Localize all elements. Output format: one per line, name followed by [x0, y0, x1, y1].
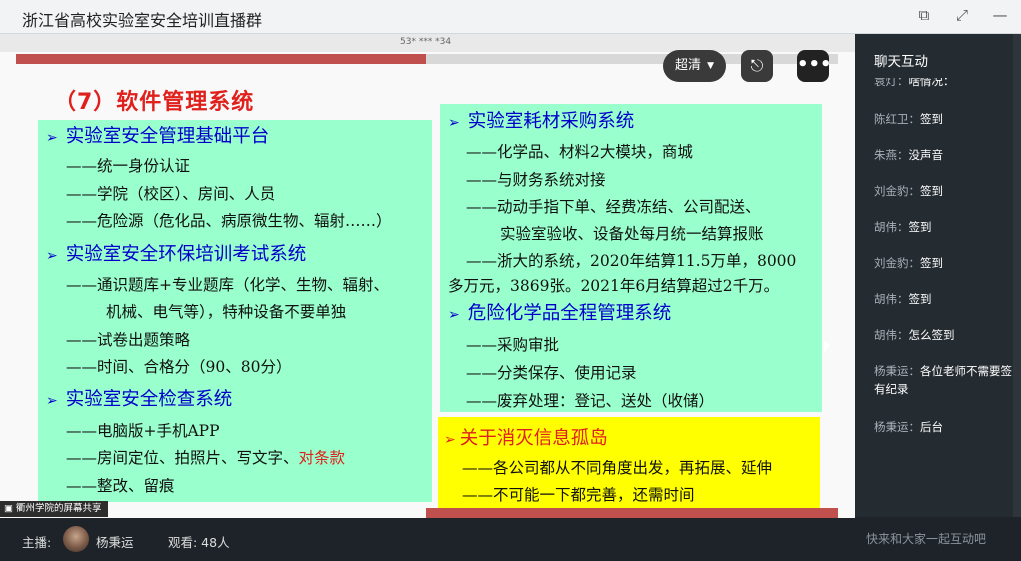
yellow-line: ——各公司都从不同角度出发，再拓展、延伸: [462, 459, 773, 477]
chat-message: 胡伟：签到: [874, 220, 932, 234]
slide-top-stripe: [16, 54, 426, 64]
dropdown-arrow-icon: ▼: [707, 61, 714, 71]
live-video[interactable]: 53* *** *34 （7）软件管理系统 ➢ 实验室安全管理基础平台 ——统一身…: [0, 34, 855, 518]
chat-input[interactable]: 快来和大家一起互动吧: [855, 517, 1021, 561]
chat-message: 杨秉运：各位老师不需要签有纪录: [874, 364, 1012, 396]
bullet-arrow-icon: ➢: [448, 307, 460, 323]
live-info-bar: 主播: 杨秉运 观看: 48人: [0, 518, 855, 561]
chat-message: 朱燕：没声音: [874, 148, 943, 162]
left-line: ——试卷出题策略: [66, 331, 191, 349]
left-section-heading: ➢ 实验室安全检查系统: [46, 389, 233, 410]
left-line: ——学院（校区）、房间、人员: [66, 185, 276, 203]
quality-selector[interactable]: 超清 ▼: [663, 50, 726, 82]
host-label: 主播:: [22, 535, 52, 550]
chat-panel: 聊天互动 袁灯：啥情况： 陈红卫：签到 朱燕：没声音 刘金豹：签到 胡伟：签到 …: [855, 34, 1021, 561]
chat-message-list[interactable]: 袁灯：啥情况： 陈红卫：签到 朱燕：没声音 刘金豹：签到 胡伟：签到 刘金豹：签…: [855, 78, 1021, 508]
window-title: 浙江省高校实验室安全培训直播群: [22, 11, 263, 30]
left-line: ——危险源（危化品、病原微生物、辐射……）: [66, 212, 392, 230]
chat-message: 陈红卫：签到: [874, 112, 943, 126]
left-line: ——房间定位、拍照片、写文字、对条款: [66, 449, 346, 467]
left-line: ——电脑版+手机APP: [66, 422, 220, 440]
shared-window-caption: 53* *** *34: [400, 37, 452, 47]
chat-input-placeholder: 快来和大家一起互动吧: [866, 532, 987, 546]
right-line: ——动动手指下单、经费冻结、公司配送、: [466, 198, 761, 216]
screen-share-badge: ▣ 衢州学院的屏幕共享: [0, 501, 108, 517]
right-line: ——化学品、材料2大模块，商城: [466, 143, 693, 161]
chat-title: 聊天互动: [874, 54, 928, 70]
chat-message: 刘金豹：签到: [874, 184, 943, 198]
right-line: ——与财务系统对接: [466, 171, 606, 189]
more-dots-icon: •••: [797, 54, 832, 75]
right-line: 多万元，3869张。2021年6月结算超过2千万。: [448, 277, 780, 295]
yellow-heading: ➢ 关于消灭信息孤岛: [444, 428, 608, 449]
right-line: 实验室验收、设备处每月统一结算报账: [500, 225, 764, 243]
left-section-heading: ➢ 实验室安全环保培训考试系统: [46, 244, 307, 265]
chat-scrollbar[interactable]: [1013, 34, 1021, 517]
right-line: ——采购审批: [466, 336, 560, 354]
left-line: ——统一身份认证: [66, 157, 191, 175]
shared-window-bar: 53* *** *34: [0, 34, 855, 52]
left-line: ——时间、合格分（90、80分）: [66, 358, 292, 376]
left-section-heading: ➢ 实验室安全管理基础平台: [46, 126, 270, 147]
bullet-arrow-icon: ➢: [444, 432, 456, 448]
minimize-icon[interactable]: —: [989, 6, 1011, 24]
left-red-text: 对条款: [298, 449, 346, 467]
chat-message: 胡伟：签到: [874, 292, 932, 306]
bullet-arrow-icon: ➢: [46, 248, 58, 264]
window-titlebar: 浙江省高校实验室安全培训直播群 ⧉ ⤢ —: [0, 0, 1021, 34]
bullet-arrow-icon: ➢: [448, 115, 460, 131]
yellow-line: ——不可能一下都完善，还需时间: [462, 486, 695, 504]
share-icon: ⎋: [750, 56, 764, 75]
right-line: ——浙大的系统，2020年结算11.5万单，8000: [466, 252, 797, 270]
right-section-heading: ➢ 危险化学品全程管理系统: [448, 303, 672, 324]
viewer-count: 观看: 48人: [168, 535, 230, 550]
chat-message: 杨秉运：后台: [874, 420, 943, 434]
slide-bottom-stripe: [426, 508, 838, 518]
left-line: 机械、电气等），特种设备不要单独: [106, 303, 347, 321]
presentation-slide: （7）软件管理系统 ➢ 实验室安全管理基础平台 ——统一身份认证 ——学院（校区）…: [0, 52, 855, 518]
chat-message: 袁灯：啥情况：: [874, 78, 955, 88]
right-line: ——废弃处理：登记、送处（收储）: [466, 392, 715, 410]
mouse-cursor-icon: [824, 341, 830, 353]
popout-icon[interactable]: ⧉: [913, 6, 935, 24]
more-options-button[interactable]: •••: [797, 50, 832, 82]
left-line: ——通识题库+专业题库（化学、生物、辐射、: [66, 276, 389, 294]
screen-share-icon: ▣: [4, 503, 16, 514]
left-line: ——整改、留痕: [66, 477, 175, 495]
slide-heading: （7）软件管理系统: [54, 90, 255, 115]
host-avatar[interactable]: [63, 526, 89, 552]
chat-message: 刘金豹：签到: [874, 256, 943, 270]
chat-message: 胡伟：怎么签到: [874, 328, 955, 342]
slide-top-stripe-right: [426, 54, 838, 64]
fullscreen-icon[interactable]: ⤢: [951, 6, 973, 24]
host-name: 杨秉运: [96, 535, 134, 550]
bullet-arrow-icon: ➢: [46, 130, 58, 146]
right-section-heading: ➢ 实验室耗材采购系统: [448, 111, 635, 132]
bullet-arrow-icon: ➢: [46, 393, 58, 409]
share-button[interactable]: ⎋: [741, 50, 773, 82]
right-line: ——分类保存、使用记录: [466, 364, 637, 382]
